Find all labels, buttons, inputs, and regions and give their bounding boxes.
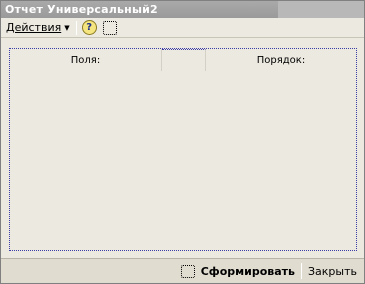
actions-menu[interactable]: Действия ▼	[1, 21, 70, 34]
close-button[interactable]: Закрыть	[302, 265, 364, 278]
title-bar: Отчет Универсальный2	[1, 1, 364, 18]
column-header-fields: Поля:	[10, 49, 162, 71]
generate-button-label: Сформировать	[200, 264, 295, 278]
column-header-empty	[162, 49, 206, 71]
generate-icon	[180, 264, 195, 278]
actions-menu-label: Действия	[6, 21, 62, 34]
title-bar-controls-area	[278, 1, 364, 18]
command-bar: Сформировать Закрыть	[1, 258, 364, 283]
generate-button[interactable]: Сформировать	[175, 264, 301, 278]
toolbar: Действия ▼ ?	[1, 18, 364, 38]
help-icon[interactable]: ?	[81, 20, 97, 35]
report-window: Отчет Универсальный2 Действия ▼ ? Поля: …	[0, 0, 365, 284]
window-title: Отчет Универсальный2	[5, 3, 158, 16]
dropdown-arrow-icon: ▼	[64, 23, 70, 32]
report-settings-panel[interactable]: Поля: Порядок:	[9, 48, 357, 251]
selection-icon[interactable]	[102, 20, 117, 35]
column-header-order: Порядок:	[256, 54, 306, 66]
fields-table-header: Поля: Порядок:	[10, 49, 356, 71]
toolbar-separator	[75, 20, 77, 35]
help-glyph: ?	[86, 22, 93, 33]
